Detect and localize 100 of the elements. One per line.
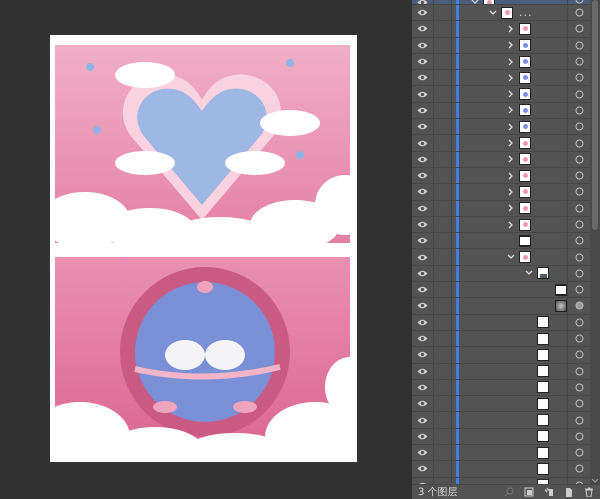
target-circle-icon[interactable]	[574, 285, 584, 294]
layer-row[interactable]	[412, 266, 590, 282]
target-circle-icon[interactable]	[574, 399, 584, 408]
layer-row[interactable]	[412, 396, 590, 412]
eye-icon[interactable]	[417, 400, 428, 408]
target-circle-icon[interactable]	[574, 122, 584, 132]
eye-icon[interactable]	[417, 90, 428, 98]
eye-icon[interactable]	[417, 465, 428, 472]
eye-icon[interactable]	[417, 384, 428, 391]
eye-icon[interactable]	[417, 302, 428, 310]
layer-row[interactable]	[412, 428, 590, 446]
chevron-right-icon[interactable]	[507, 220, 515, 228]
layer-row[interactable]	[412, 0, 590, 5]
eye-icon[interactable]	[417, 188, 428, 196]
target-circle-icon[interactable]	[574, 464, 584, 474]
chevron-right-icon[interactable]	[507, 204, 515, 212]
target-circle-icon[interactable]	[574, 204, 584, 213]
eye-icon[interactable]	[417, 416, 428, 424]
layer-row[interactable]	[412, 70, 590, 86]
eye-icon[interactable]	[417, 335, 428, 342]
chevron-down-icon[interactable]	[525, 269, 533, 278]
eye-icon[interactable]	[417, 204, 428, 212]
target-circle-icon[interactable]	[574, 432, 584, 441]
chevron-right-icon[interactable]	[507, 41, 515, 50]
eye-icon[interactable]	[417, 432, 428, 440]
eye-icon[interactable]	[417, 25, 428, 32]
layer-row[interactable]	[412, 184, 590, 201]
target-circle-icon[interactable]	[574, 382, 584, 392]
eye-icon[interactable]	[417, 156, 428, 163]
eye-icon[interactable]	[417, 9, 428, 16]
layer-row[interactable]	[412, 54, 590, 70]
chevron-right-icon[interactable]	[507, 24, 515, 33]
chevron-right-icon[interactable]	[507, 74, 515, 82]
chevron-right-icon[interactable]	[507, 172, 515, 180]
layer-row[interactable]	[412, 282, 590, 298]
chevron-down-icon[interactable]	[489, 8, 497, 17]
eye-icon[interactable]	[417, 318, 428, 326]
eye-icon[interactable]	[417, 123, 428, 130]
eye-icon[interactable]	[417, 351, 428, 358]
target-circle-icon[interactable]	[574, 252, 584, 262]
new-page-icon[interactable]	[564, 487, 574, 497]
eye-icon[interactable]	[417, 254, 428, 261]
chevron-right-icon[interactable]	[507, 122, 515, 131]
layer-row[interactable]	[412, 38, 590, 54]
target-circle-icon[interactable]	[574, 24, 584, 34]
eye-icon[interactable]	[417, 270, 428, 277]
frame-icon[interactable]	[524, 487, 534, 497]
target-circle-icon[interactable]	[574, 236, 584, 246]
target-circle-icon[interactable]	[574, 318, 584, 327]
eye-icon[interactable]	[417, 74, 428, 82]
target-circle-icon[interactable]	[574, 40, 584, 50]
eye-icon[interactable]	[417, 368, 428, 375]
chevron-right-icon[interactable]	[507, 106, 515, 114]
layer-row[interactable]	[412, 86, 590, 103]
layer-row[interactable]	[412, 135, 590, 152]
layer-row[interactable]	[412, 152, 590, 168]
target-circle-icon[interactable]	[574, 301, 584, 310]
layer-row[interactable]	[412, 380, 590, 396]
scrollbar[interactable]	[590, 0, 600, 484]
target-circle-icon[interactable]	[574, 8, 584, 18]
layer-row[interactable]	[412, 200, 590, 217]
target-circle-icon[interactable]	[574, 171, 584, 180]
target-circle-icon[interactable]	[574, 57, 584, 66]
target-circle-icon[interactable]	[574, 350, 584, 360]
target-circle-icon[interactable]	[574, 90, 584, 99]
eye-icon[interactable]	[417, 237, 428, 244]
eye-icon[interactable]	[417, 172, 428, 180]
layer-row[interactable]	[412, 233, 590, 250]
layer-row[interactable]	[412, 249, 590, 266]
target-circle-icon[interactable]	[574, 138, 584, 148]
eye-icon[interactable]	[417, 449, 428, 456]
eye-icon[interactable]	[417, 106, 428, 114]
eye-icon[interactable]	[417, 140, 428, 147]
eye-icon[interactable]	[417, 221, 428, 228]
trash-icon[interactable]	[584, 487, 594, 497]
chevron-right-icon[interactable]	[507, 139, 515, 148]
layer-row[interactable]	[412, 168, 590, 184]
target-circle-icon[interactable]	[574, 268, 584, 278]
target-circle-icon[interactable]	[574, 73, 584, 82]
target-circle-icon[interactable]	[574, 187, 584, 196]
layer-row[interactable]	[412, 330, 590, 348]
layer-row[interactable]	[412, 102, 590, 120]
target-circle-icon[interactable]	[574, 154, 584, 164]
eye-icon[interactable]	[417, 58, 428, 66]
target-circle-icon[interactable]	[574, 106, 584, 115]
layer-row[interactable]	[412, 216, 590, 234]
eye-icon[interactable]	[417, 42, 428, 49]
target-circle-icon[interactable]	[574, 334, 584, 344]
chevron-right-icon[interactable]	[507, 155, 515, 164]
layer-row[interactable]	[412, 21, 590, 38]
chevron-down-icon[interactable]	[507, 253, 515, 262]
layer-row[interactable]: ...	[412, 5, 590, 22]
eye-icon[interactable]	[417, 286, 428, 294]
chevron-right-icon[interactable]	[507, 188, 515, 196]
chevron-down-icon[interactable]	[591, 478, 599, 484]
layer-row[interactable]	[412, 412, 590, 429]
arrow-page-icon[interactable]	[544, 487, 554, 497]
target-circle-icon[interactable]	[574, 448, 584, 458]
layer-row[interactable]	[412, 347, 590, 364]
chevron-right-icon[interactable]	[507, 90, 515, 98]
